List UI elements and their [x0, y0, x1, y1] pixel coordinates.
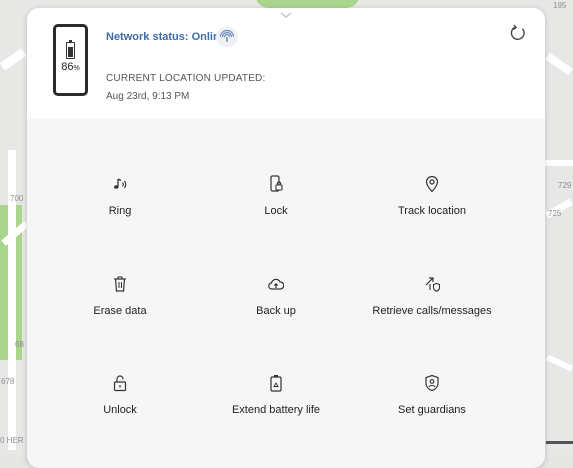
- signal-icon: [216, 27, 238, 47]
- phone-icon: 86%: [53, 24, 88, 96]
- set-guardians-button[interactable]: Set guardians: [347, 374, 517, 444]
- erase-data-button[interactable]: Erase data: [35, 275, 205, 345]
- battery-icon: [66, 40, 75, 59]
- unlock-icon: [113, 375, 127, 392]
- network-status: Network status: Online: [106, 31, 226, 43]
- unlock-button[interactable]: Unlock: [35, 374, 205, 444]
- map-label: 195: [553, 1, 567, 10]
- map-label: 0 HER: [0, 436, 24, 445]
- chevron-down-icon[interactable]: [279, 11, 293, 19]
- ring-label: Ring: [108, 205, 132, 217]
- extend-battery-life-button[interactable]: Extend battery life: [191, 374, 361, 444]
- unlock-label: Unlock: [103, 404, 137, 416]
- map-label: 678: [1, 377, 15, 386]
- device-panel: 86% Network status: Online CURRENT LOCAT…: [27, 8, 545, 468]
- back-up-button[interactable]: Back up: [191, 275, 361, 345]
- track-location-button[interactable]: Track location: [347, 175, 517, 245]
- lock-label: Lock: [264, 205, 288, 217]
- set-guardians-label: Set guardians: [398, 404, 466, 416]
- retrieve-calls-messages-label: Retrieve calls/messages: [372, 305, 492, 317]
- refresh-icon[interactable]: [509, 24, 527, 42]
- cloud-upload-icon: [268, 278, 284, 290]
- map-road: [545, 354, 573, 372]
- lock-phone-icon: [270, 175, 283, 192]
- track-location-label: Track location: [397, 205, 467, 217]
- battery-level: 86%: [61, 61, 80, 73]
- map-road: [545, 52, 573, 76]
- location-updated-time: Aug 23rd, 9:13 PM: [106, 91, 190, 102]
- map-label: 700: [10, 194, 24, 203]
- map-road: [545, 160, 573, 166]
- map-label: 725: [548, 209, 562, 218]
- device-status-section: 86% Network status: Online CURRENT LOCAT…: [27, 8, 545, 118]
- map-scale-bar: [546, 441, 573, 444]
- map-road: [0, 48, 27, 71]
- location-pin-icon: [425, 175, 439, 193]
- erase-data-label: Erase data: [93, 305, 147, 317]
- ring-icon: [114, 178, 127, 189]
- battery-recycle-icon: [270, 375, 282, 392]
- extend-battery-life-label: Extend battery life: [231, 404, 321, 416]
- map-park-area: [255, 0, 360, 8]
- back-up-label: Back up: [256, 305, 296, 317]
- map-label: 729: [558, 181, 572, 190]
- map-label: 68: [15, 340, 24, 349]
- location-updated-title: CURRENT LOCATION UPDATED:: [106, 73, 266, 84]
- retrieve-calls-icon: [425, 277, 440, 292]
- ring-button[interactable]: Ring: [35, 175, 205, 245]
- guardian-shield-icon: [425, 374, 439, 392]
- lock-button[interactable]: Lock: [191, 175, 361, 245]
- trash-icon: [114, 276, 126, 292]
- retrieve-calls-messages-button[interactable]: Retrieve calls/messages: [347, 275, 517, 345]
